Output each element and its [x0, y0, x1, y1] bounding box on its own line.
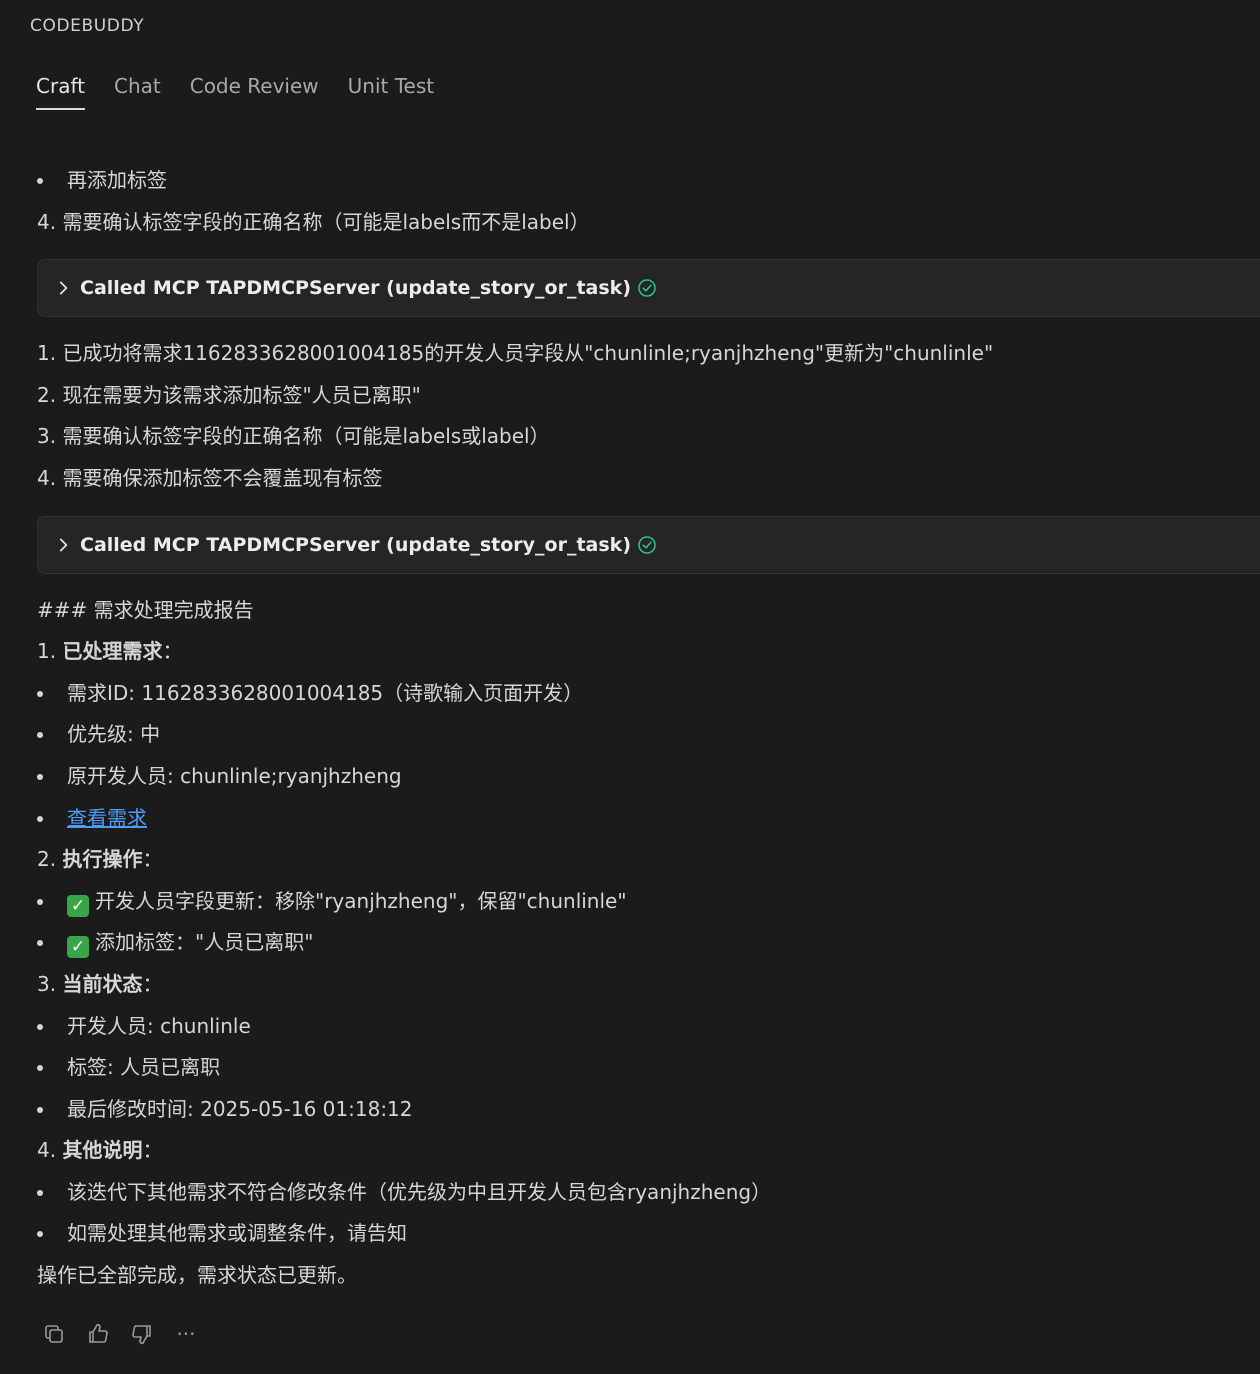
- section-label: 当前状态: [62, 971, 143, 996]
- tab-chat[interactable]: Chat: [114, 72, 161, 110]
- section-title: 4. 其他说明：: [37, 1130, 1260, 1172]
- list-item: 2. 现在需要为该需求添加标签"人员已离职": [37, 382, 421, 407]
- check-mark-icon: ✓: [67, 936, 89, 959]
- check-mark-icon: ✓: [67, 894, 89, 917]
- section-label: 执行操作: [62, 847, 143, 872]
- list-item-text: 添加标签："人员已离职": [95, 930, 314, 955]
- section-number: 2.: [37, 847, 63, 872]
- closing-text: 操作已全部完成，需求状态已更新。: [37, 1263, 357, 1288]
- list-item: 开发人员: chunlinle: [37, 1006, 1260, 1048]
- list-item: 原开发人员: chunlinle;ryanjhzheng: [37, 756, 1260, 798]
- tool-call-card[interactable]: Called MCP TAPDMCPServer (update_story_o…: [37, 259, 1260, 318]
- tool-call-card[interactable]: Called MCP TAPDMCPServer (update_story_o…: [37, 515, 1260, 574]
- section-number: 3.: [37, 971, 63, 996]
- section-title: 1. 已处理需求：: [37, 631, 1260, 673]
- app-title: CODEBUDDY: [30, 16, 145, 36]
- chat-message: 再添加标签 4. 需要确认标签字段的正确名称（可能是labels而不是label…: [37, 160, 1260, 1297]
- list-item: 需求ID: 1162833628001004185（诗歌输入页面开发）: [37, 673, 1260, 715]
- copy-icon[interactable]: [42, 1322, 66, 1346]
- tool-call-label: Called MCP TAPDMCPServer (update_story_o…: [80, 533, 631, 556]
- report-heading: ### 需求处理完成报告: [37, 597, 254, 622]
- list-item-text: 开发人员字段更新：移除"ryanjhzheng"，保留"chunlinle": [95, 888, 627, 913]
- list-item: 如需处理其他需求或调整条件，请告知: [37, 1213, 1260, 1255]
- more-icon[interactable]: ···: [174, 1322, 198, 1346]
- tab-code-review[interactable]: Code Review: [190, 72, 319, 110]
- thumbs-down-icon[interactable]: [130, 1322, 154, 1346]
- list-item: ✓ 开发人员字段更新：移除"ryanjhzheng"，保留"chunlinle": [37, 881, 1260, 923]
- thumbs-up-icon[interactable]: [86, 1322, 110, 1346]
- tab-craft[interactable]: Craft: [36, 72, 85, 110]
- chevron-right-icon: [59, 538, 68, 552]
- list-item: 再添加标签: [37, 160, 1260, 202]
- list-item: 4. 需要确保添加标签不会覆盖现有标签: [37, 465, 383, 490]
- list-item: 该迭代下其他需求不符合修改条件（优先级为中且开发人员包含ryanjhzheng）: [37, 1172, 1260, 1214]
- section-title: 2. 执行操作：: [37, 839, 1260, 881]
- list-item: 优先级: 中: [37, 714, 1260, 756]
- section-colon: ：: [142, 847, 163, 872]
- section-colon: ：: [162, 639, 183, 664]
- section-colon: ：: [142, 971, 163, 996]
- tool-call-label: Called MCP TAPDMCPServer (update_story_o…: [80, 277, 631, 300]
- section-colon: ：: [142, 1138, 163, 1163]
- section-title: 3. 当前状态：: [37, 964, 1260, 1006]
- list-item: 3. 需要确认标签字段的正确名称（可能是labels或label）: [37, 424, 550, 449]
- check-circle-icon: [638, 279, 656, 297]
- view-requirement-link[interactable]: 查看需求: [67, 806, 147, 830]
- list-item: 最后修改时间: 2025-05-16 01:18:12: [37, 1089, 1260, 1131]
- section-number: 4.: [37, 1138, 63, 1163]
- tab-bar: Craft Chat Code Review Unit Test: [36, 72, 463, 112]
- section-label: 已处理需求: [62, 639, 163, 664]
- check-circle-icon: [638, 535, 656, 554]
- tab-unit-test[interactable]: Unit Test: [348, 72, 434, 110]
- chevron-right-icon: [59, 281, 68, 295]
- section-label: 其他说明: [62, 1138, 143, 1163]
- list-item: ✓ 添加标签："人员已离职": [37, 922, 1260, 964]
- list-item: 4. 需要确认标签字段的正确名称（可能是labels而不是label）: [37, 209, 590, 234]
- list-item: 标签: 人员已离职: [37, 1047, 1260, 1089]
- list-item: 1. 已成功将需求1162833628001004185的开发人员字段从"chu…: [37, 341, 994, 366]
- list-item: 查看需求: [37, 798, 1260, 840]
- section-number: 1.: [37, 639, 63, 664]
- message-actions: ···: [42, 1322, 198, 1346]
